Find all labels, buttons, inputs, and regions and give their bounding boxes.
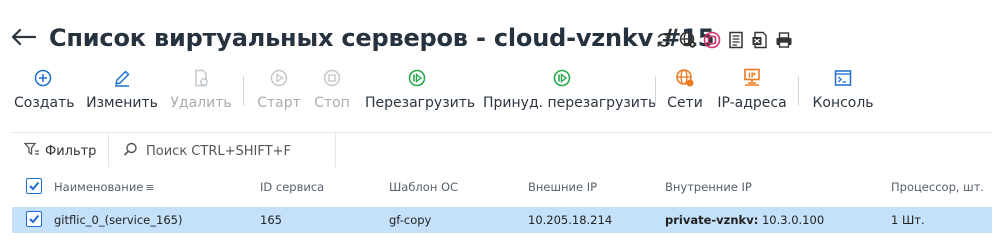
- filter-button[interactable]: Фильтр: [23, 142, 97, 160]
- row-checkbox[interactable]: [26, 211, 42, 227]
- cell-service-id: 165: [260, 213, 282, 227]
- restart-label: Перезагрузить: [365, 95, 476, 111]
- toolbar-divider: [798, 76, 799, 106]
- sort-icon[interactable]: ≡: [145, 181, 154, 194]
- cell-os-template: gf-copy: [389, 213, 432, 227]
- restart-button[interactable]: Перезагрузить: [365, 66, 476, 114]
- filter-icon: [23, 142, 40, 160]
- power-icon[interactable]: [703, 31, 721, 49]
- create-button[interactable]: Создать: [14, 66, 75, 114]
- stop-circle-icon: [312, 66, 352, 90]
- search-input[interactable]: Поиск CTRL+SHIFT+F: [123, 142, 291, 161]
- internal-ip-network-label: private-vznkv:: [665, 213, 759, 227]
- column-header-service-id[interactable]: ID сервиса: [260, 180, 324, 194]
- filter-bar: Фильтр Поиск CTRL+SHIFT+F: [12, 132, 992, 167]
- force-restart-button[interactable]: Принуд. перезагрузить: [483, 66, 657, 114]
- console-label: Консоль: [812, 95, 874, 111]
- edit-button[interactable]: Изменить: [86, 66, 158, 114]
- search-icon: [123, 142, 138, 161]
- pencil-icon: [86, 66, 158, 90]
- printer-icon[interactable]: [775, 31, 793, 49]
- cell-external-ip: 10.205.18.214: [528, 213, 613, 227]
- cell-internal-ip: private-vznkv: 10.3.0.100: [665, 213, 824, 227]
- ip-address-icon: IP: [717, 66, 787, 90]
- console-button[interactable]: Консоль: [812, 66, 874, 114]
- column-name-label: Наименование: [54, 180, 144, 194]
- column-header-os-template[interactable]: Шаблон ОС: [389, 180, 458, 194]
- restart-circle-icon: [365, 66, 469, 90]
- ip-addresses-button[interactable]: IP IP-адреса: [717, 66, 787, 114]
- toolbar-divider: [655, 76, 656, 106]
- back-arrow-icon[interactable]: [10, 27, 37, 47]
- excel-icon[interactable]: [751, 31, 769, 49]
- cell-name: gitflic_0_(service_165): [54, 213, 183, 227]
- force-restart-icon: [483, 66, 641, 90]
- action-toolbar: Создать Изменить Удалить Старт Стоп Пере…: [0, 66, 992, 116]
- internal-ip-value: 10.3.0.100: [758, 213, 825, 227]
- table-header: Наименование ≡ ID сервиса Шаблон ОС Внешн…: [12, 174, 992, 200]
- play-circle-icon: [255, 66, 303, 90]
- ip-addresses-label: IP-адреса: [717, 95, 787, 111]
- table-row[interactable]: gitflic_0_(service_165) 165 gf-copy 10.2…: [12, 207, 992, 233]
- refresh-icon[interactable]: [655, 31, 673, 49]
- delete-file-icon: [170, 66, 232, 90]
- force-restart-label: Принуд. перезагрузить: [483, 95, 657, 111]
- filter-label: Фильтр: [45, 143, 97, 159]
- create-label: Создать: [14, 95, 75, 111]
- search-placeholder: Поиск CTRL+SHIFT+F: [146, 144, 291, 159]
- globe-settings-icon[interactable]: [679, 31, 697, 49]
- filter-divider: [108, 133, 109, 167]
- title-actions: [655, 30, 793, 50]
- console-terminal-icon: [812, 66, 874, 90]
- svg-text:IP: IP: [748, 72, 756, 80]
- networks-label: Сети: [667, 95, 703, 111]
- cell-cpu: 1 Шт.: [891, 213, 925, 227]
- page-title: Список виртуальных серверов - cloud-vznk…: [49, 24, 715, 52]
- delete-label: Удалить: [170, 95, 232, 111]
- stop-label: Стоп: [314, 95, 350, 111]
- select-all-checkbox[interactable]: [26, 178, 42, 194]
- column-header-cpu[interactable]: Процессор, шт.: [891, 180, 984, 194]
- start-button[interactable]: Старт: [255, 66, 303, 114]
- column-header-name[interactable]: Наименование ≡: [54, 180, 155, 194]
- networks-button[interactable]: Сети: [666, 66, 704, 114]
- filter-divider: [335, 133, 336, 167]
- document-list-icon[interactable]: [727, 31, 745, 49]
- stop-button[interactable]: Стоп: [312, 66, 352, 114]
- column-header-internal-ip[interactable]: Внутренние IP: [665, 180, 752, 194]
- column-header-external-ip[interactable]: Внешние IP: [528, 180, 597, 194]
- edit-label: Изменить: [86, 95, 158, 111]
- delete-button[interactable]: Удалить: [170, 66, 232, 114]
- title-bar: Список виртуальных серверов - cloud-vznk…: [0, 0, 992, 62]
- plus-circle-icon: [14, 66, 72, 90]
- network-globe-icon: [666, 66, 704, 90]
- toolbar-divider: [243, 76, 244, 106]
- start-label: Старт: [257, 95, 301, 111]
